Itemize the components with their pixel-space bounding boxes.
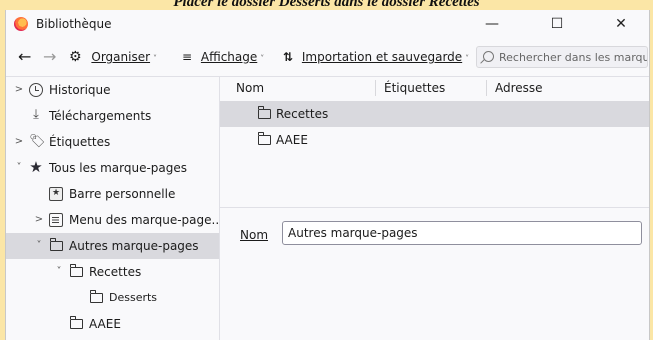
search-input[interactable] xyxy=(499,47,647,67)
details-pane: Nom xyxy=(220,207,649,340)
bookmarks-toolbar-icon: ★ xyxy=(49,187,63,201)
chevron-right-icon[interactable]: > xyxy=(34,207,44,233)
name-field-label: Nom xyxy=(240,228,269,242)
import-label: Importation et sauvegarde xyxy=(301,50,463,64)
list-item-label: Recettes xyxy=(276,107,329,121)
import-backup-menu-button[interactable]: ⇅ Importation et sauvegarde ˅ xyxy=(283,43,469,71)
window-title: Bibliothèque xyxy=(36,17,112,31)
view-icon: ≡ xyxy=(182,50,193,64)
firefox-icon xyxy=(14,17,28,31)
column-header-tags[interactable]: Étiquettes xyxy=(384,77,445,99)
library-window: Bibliothèque — ☐ ✕ ← → ⚙ Organiser ˅ ≡ Af… xyxy=(5,10,650,340)
sidebar-item-label: Historique xyxy=(49,83,111,97)
chevron-down-icon: ˅ xyxy=(465,54,470,63)
sidebar-item-tags[interactable]: > 🏷 Étiquettes xyxy=(6,129,219,155)
list-item-label: AAEE xyxy=(276,133,308,147)
star-icon: ★ xyxy=(29,158,43,176)
column-divider[interactable] xyxy=(375,80,376,96)
back-arrow-icon[interactable]: ← xyxy=(18,43,31,71)
view-label: Affichage xyxy=(200,50,258,64)
close-button[interactable]: ✕ xyxy=(599,10,643,39)
sidebar-item-label: Desserts xyxy=(109,291,158,304)
sidebar-item-label: AAEE xyxy=(89,317,121,331)
view-menu-button[interactable]: ≡ Affichage ˅ xyxy=(182,43,264,71)
minimize-button[interactable]: — xyxy=(470,10,514,39)
sidebar-item-bookmarks-menu[interactable]: > Menu des marque-page... xyxy=(6,207,223,233)
folder-icon xyxy=(69,316,83,329)
search-box[interactable] xyxy=(476,46,648,68)
title-bar: Bibliothèque — ☐ ✕ xyxy=(6,10,649,39)
chevron-right-icon[interactable]: > xyxy=(14,129,24,155)
chevron-down-icon[interactable]: ˅ xyxy=(14,155,24,181)
column-divider[interactable] xyxy=(486,80,487,96)
tag-icon: 🏷 xyxy=(29,134,46,149)
folder-icon xyxy=(49,238,63,251)
bookmarks-menu-icon xyxy=(49,213,63,227)
sidebar-item-label: Téléchargements xyxy=(49,109,152,123)
caption: Placer le dossier Desserts dans le dossi… xyxy=(173,0,480,10)
sidebar-item-downloads[interactable]: ⤓ Téléchargements xyxy=(6,103,219,129)
name-field[interactable] xyxy=(282,221,642,245)
list-item-aaee[interactable]: AAEE xyxy=(220,127,649,153)
list-item-recettes[interactable]: Recettes xyxy=(220,101,649,127)
folder-icon xyxy=(89,290,103,303)
import-sort-icon: ⇅ xyxy=(283,50,294,64)
sidebar-item-label: Menu des marque-page... xyxy=(69,213,223,227)
sidebar-item-label: Étiquettes xyxy=(49,135,111,149)
sidebar-item-label: Autres marque-pages xyxy=(69,239,199,253)
search-icon xyxy=(483,51,494,62)
folder-icon xyxy=(257,132,271,145)
column-header-address[interactable]: Adresse xyxy=(495,77,543,99)
folder-icon xyxy=(69,264,83,277)
chevron-down-icon[interactable]: ˅ xyxy=(34,233,44,259)
sidebar-item-recettes[interactable]: ˅ Recettes xyxy=(6,259,219,285)
gear-icon: ⚙ xyxy=(69,49,82,65)
sidebar-item-desserts[interactable]: Desserts xyxy=(6,285,219,311)
sidebar-item-bookmarks-toolbar[interactable]: ★ Barre personnelle xyxy=(6,181,219,207)
sidebar-tree: > Historique ⤓ Téléchargements > 🏷 Étiqu… xyxy=(6,77,223,340)
chevron-down-icon: ˅ xyxy=(153,54,158,63)
organize-label: Organiser xyxy=(91,50,151,64)
clock-icon xyxy=(29,83,43,97)
chevron-right-icon[interactable]: > xyxy=(14,77,24,103)
sidebar-item-label: Tous les marque-pages xyxy=(49,161,188,175)
sidebar-item-label: Barre personnelle xyxy=(69,187,176,201)
download-icon: ⤓ xyxy=(33,107,39,122)
sidebar-item-aaee[interactable]: AAEE xyxy=(6,311,219,337)
sidebar-item-history[interactable]: > Historique xyxy=(6,77,219,103)
bookmark-list-pane: Nom Étiquettes Adresse Recettes AAEE Nom xyxy=(220,77,649,340)
organize-menu-button[interactable]: ⚙ Organiser ˅ xyxy=(69,43,157,71)
sidebar-item-all-bookmarks[interactable]: ˅ ★ Tous les marque-pages xyxy=(6,155,219,181)
maximize-button[interactable]: ☐ xyxy=(535,10,579,39)
chevron-down-icon[interactable]: ˅ xyxy=(54,259,64,285)
sidebar-item-label: Recettes xyxy=(89,265,142,279)
sidebar-item-other-bookmarks[interactable]: ˅ Autres marque-pages xyxy=(6,233,219,259)
folder-icon xyxy=(257,106,271,119)
chevron-down-icon: ˅ xyxy=(260,54,265,63)
column-header-name[interactable]: Nom xyxy=(236,77,264,99)
forward-arrow-icon[interactable]: → xyxy=(43,43,56,71)
toolbar: ← → ⚙ Organiser ˅ ≡ Affichage ˅ ⇅ Importat… xyxy=(6,43,649,71)
